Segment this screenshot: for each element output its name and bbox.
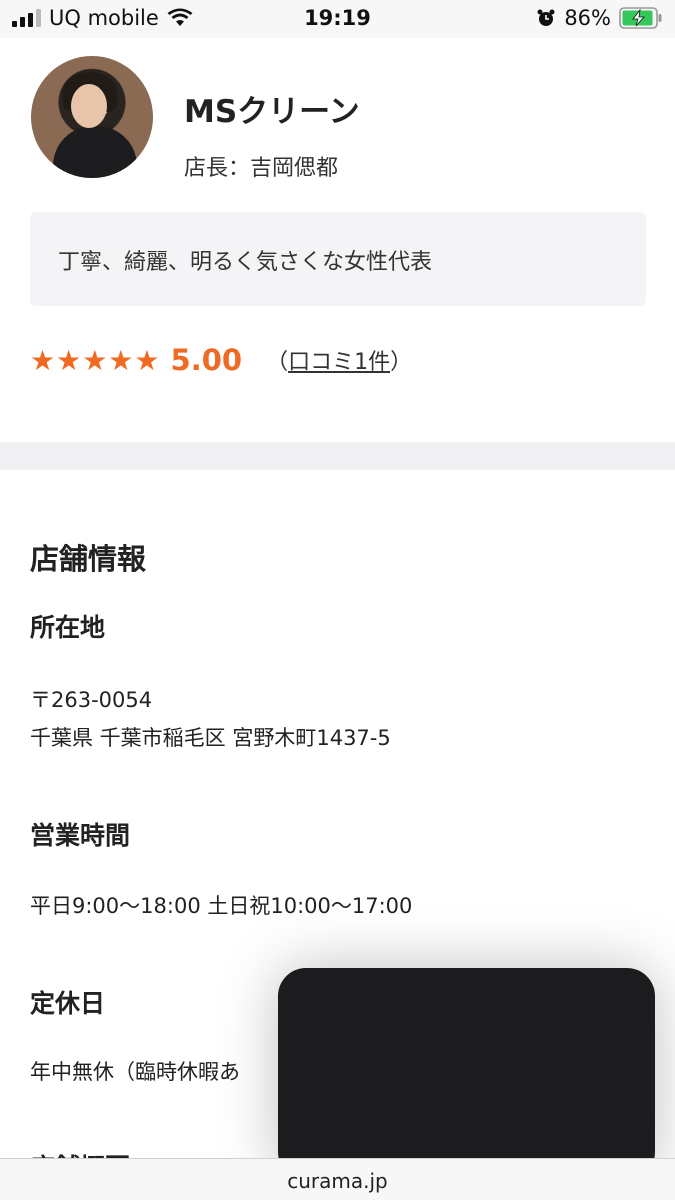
- catchphrase-text: 丁寧、綺麗、明るく気さくな女性代表: [58, 250, 433, 275]
- battery-percent: 86%: [564, 6, 611, 30]
- address-text: 千葉県 千葉市稲毛区 宮野木町1437-5: [30, 726, 391, 750]
- hours-text: 平日9:00〜18:00 土日祝10:00〜17:00: [30, 894, 413, 918]
- overlay-panel[interactable]: [278, 968, 655, 1180]
- url-text: curama.jp: [287, 1169, 388, 1193]
- hours-heading: 営業時間: [30, 821, 131, 850]
- review-count: （口コミ1件）: [266, 350, 413, 375]
- browser-url-bar[interactable]: curama.jp: [0, 1158, 675, 1200]
- shop-name: MSクリーン: [184, 94, 360, 130]
- section-divider: [0, 442, 675, 470]
- avatar: [31, 56, 153, 178]
- shop-profile: MSクリーン 店長：吉岡偲都 丁寧、綺麗、明るく気さくな女性代表 ★★★★★ 5…: [0, 38, 675, 442]
- alarm-icon: [537, 9, 555, 26]
- rating-row: ★★★★★ 5.00 （口コミ1件）: [30, 340, 412, 380]
- status-bar: UQ mobile 19:19 86%: [0, 0, 675, 38]
- manager-name: 店長：吉岡偲都: [184, 156, 339, 181]
- postal-code: 〒263-0054: [30, 688, 153, 712]
- holiday-text: 年中無休（臨時休暇あ: [30, 1060, 240, 1084]
- store-info-title: 店舗情報: [30, 542, 147, 576]
- review-link[interactable]: 口コミ1件: [288, 350, 390, 375]
- rating-score: 5.00: [170, 343, 243, 377]
- rating-stars: ★★★★★: [30, 343, 161, 377]
- holiday-heading: 定休日: [30, 989, 106, 1018]
- catchphrase-box: 丁寧、綺麗、明るく気さくな女性代表: [30, 212, 646, 306]
- battery-charging-icon: [619, 7, 662, 29]
- address-heading: 所在地: [30, 613, 106, 642]
- status-right: 86%: [536, 6, 663, 30]
